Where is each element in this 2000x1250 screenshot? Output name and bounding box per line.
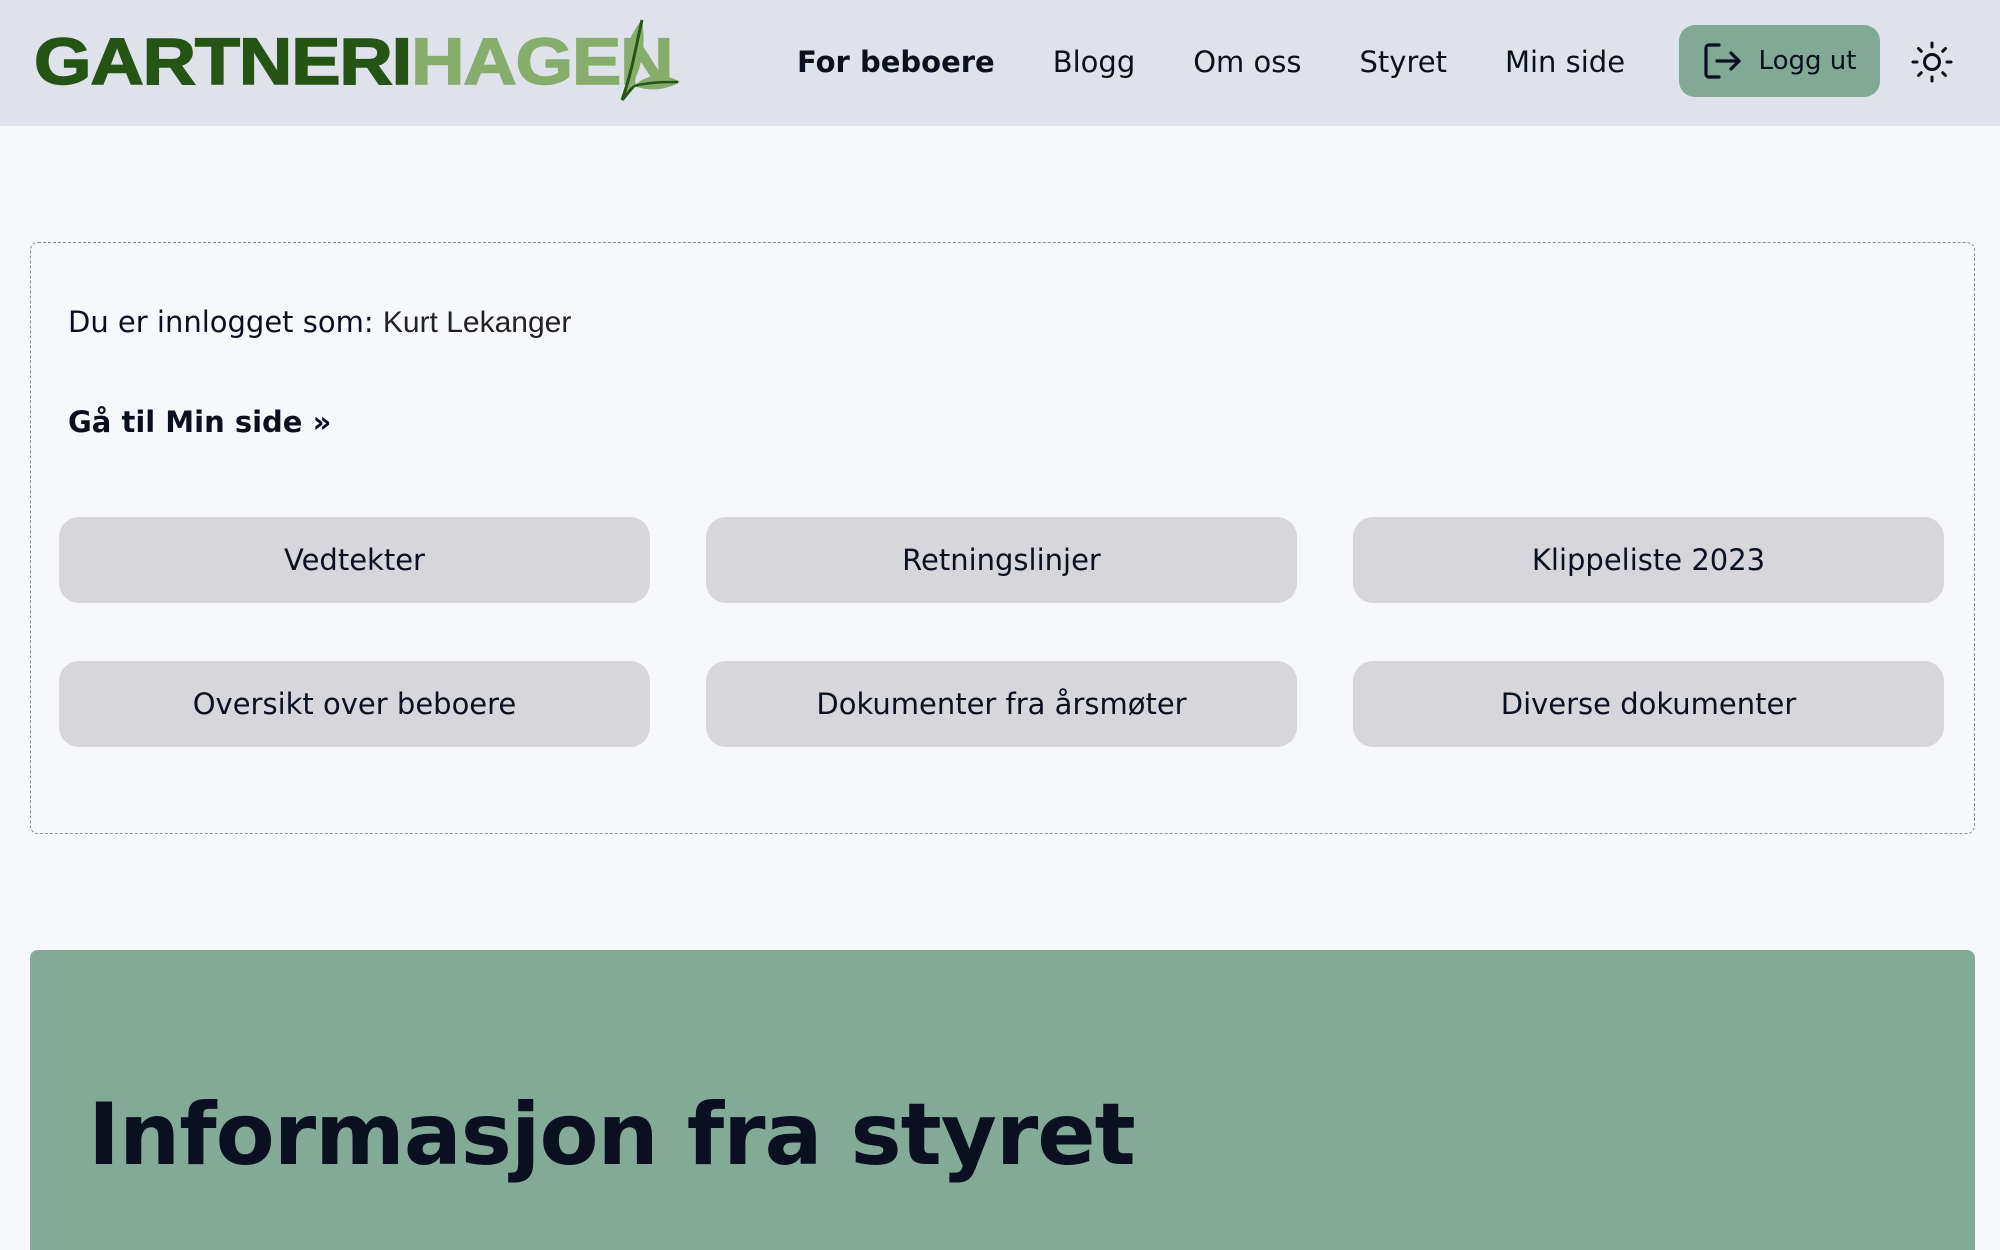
logo-wordmark: GARTNERI HAGEN (33, 24, 674, 98)
dokumenter-arsmoter-button[interactable]: Dokumenter fra årsmøter (706, 661, 1297, 747)
site-logo[interactable]: GARTNERI HAGEN (33, 18, 680, 104)
board-info-title: Informasjon fra styret (88, 1085, 1136, 1185)
logged-in-label: Du er innlogget som: (68, 305, 374, 339)
top-navigation-bar: GARTNERI HAGEN For beboere Blogg Om oss S… (0, 0, 2000, 126)
board-info-section: Informasjon fra styret (30, 950, 1975, 1250)
goto-min-side-link[interactable]: Gå til Min side » (68, 405, 331, 439)
logout-label: Logg ut (1758, 46, 1857, 76)
diverse-dokumenter-button[interactable]: Diverse dokumenter (1353, 661, 1944, 747)
main-nav: For beboere Blogg Om oss Styret Min side (797, 40, 1683, 84)
vedtekter-button[interactable]: Vedtekter (59, 517, 650, 603)
sun-icon (1911, 41, 1953, 83)
nav-item-om-oss[interactable]: Om oss (1193, 45, 1301, 79)
nav-item-for-beboere[interactable]: For beboere (797, 45, 995, 79)
user-name: Kurt Lekanger (382, 306, 572, 339)
retningslinjer-button[interactable]: Retningslinjer (706, 517, 1297, 603)
nav-item-blogg[interactable]: Blogg (1053, 45, 1136, 79)
nav-item-min-side[interactable]: Min side (1505, 45, 1625, 79)
klippeliste-button[interactable]: Klippeliste 2023 (1353, 517, 1944, 603)
leaf-icon (620, 19, 680, 102)
logo-text-part1: GARTNERI (33, 24, 413, 98)
logout-button[interactable]: Logg ut (1679, 25, 1880, 97)
resident-panel: Du er innlogget som: Kurt Lekanger Gå ti… (30, 242, 1975, 834)
nav-item-styret[interactable]: Styret (1360, 45, 1447, 79)
logged-in-status: Du er innlogget som: Kurt Lekanger (68, 305, 571, 340)
oversikt-beboere-button[interactable]: Oversikt over beboere (59, 661, 650, 747)
logout-icon (1703, 42, 1743, 80)
theme-toggle-button[interactable] (1910, 40, 1954, 84)
